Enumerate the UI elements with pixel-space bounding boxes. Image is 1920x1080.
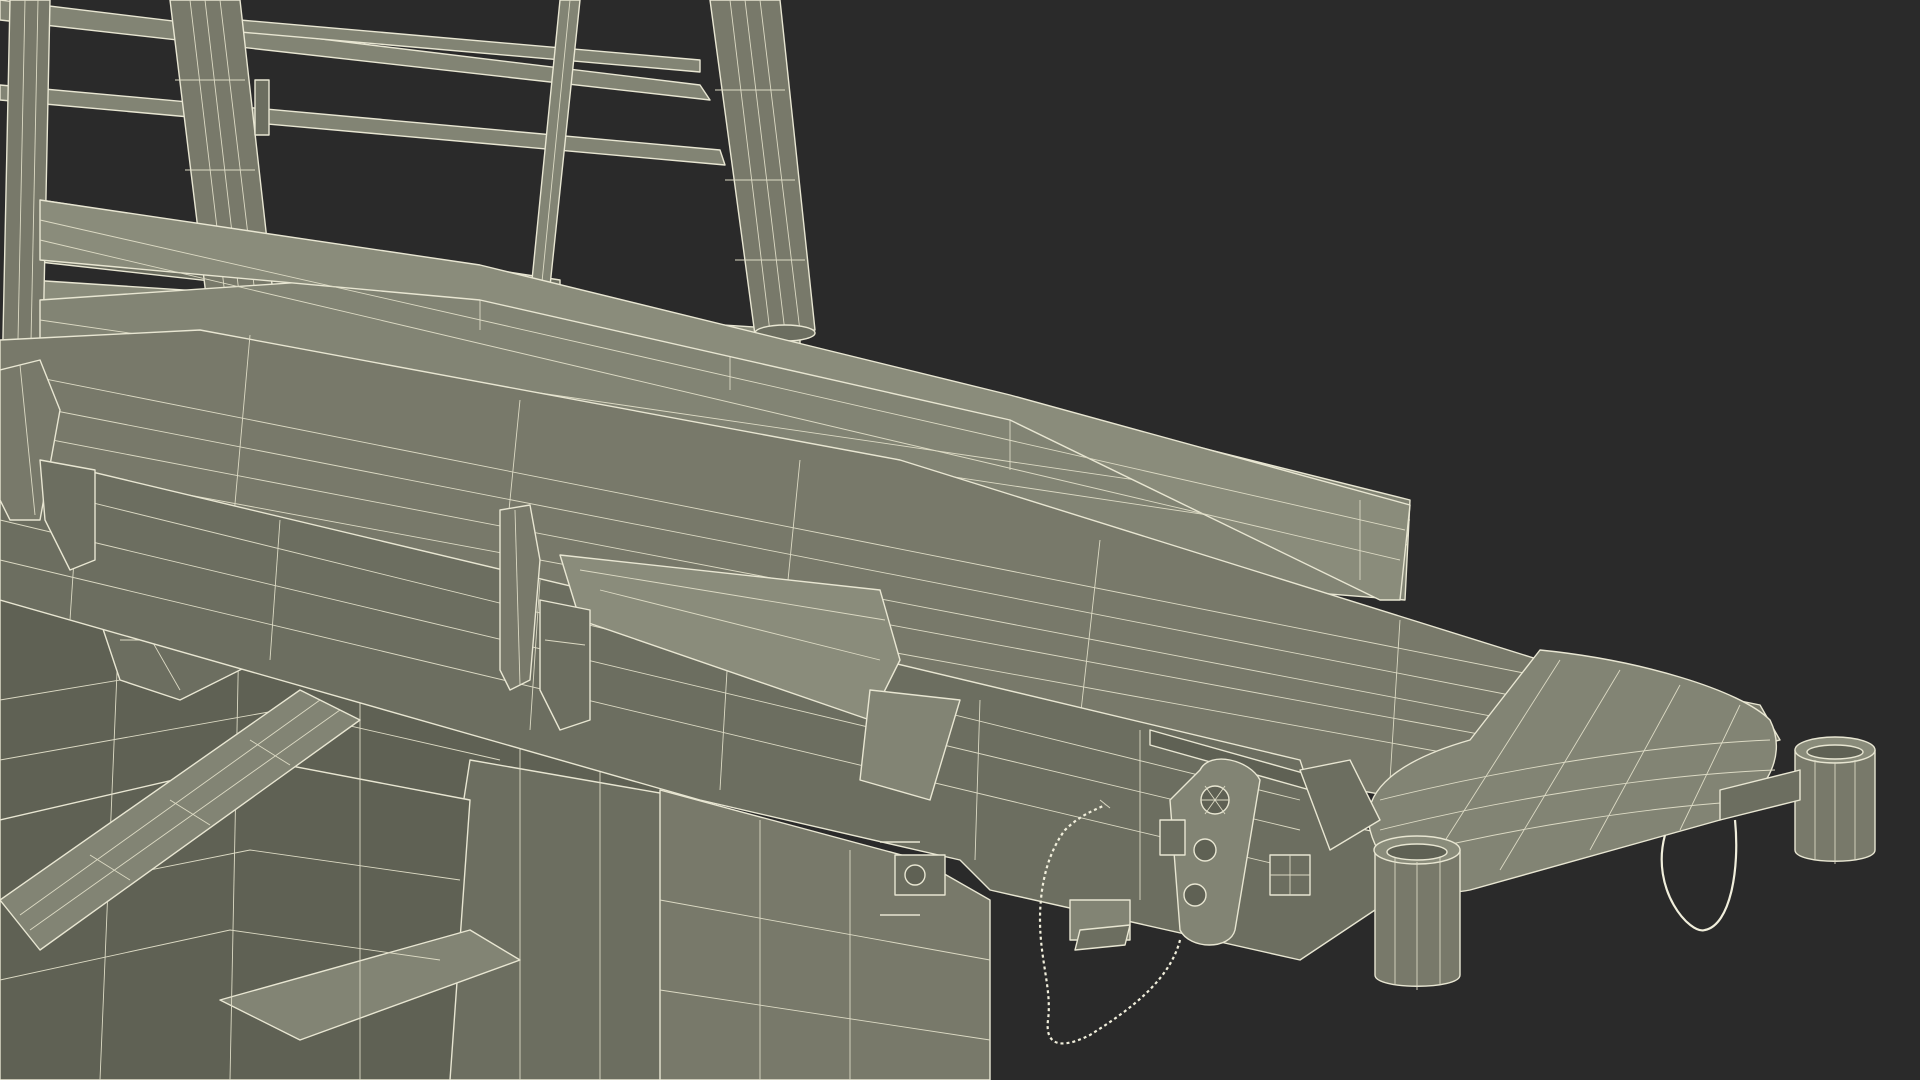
wireframe-render (0, 0, 1920, 1080)
